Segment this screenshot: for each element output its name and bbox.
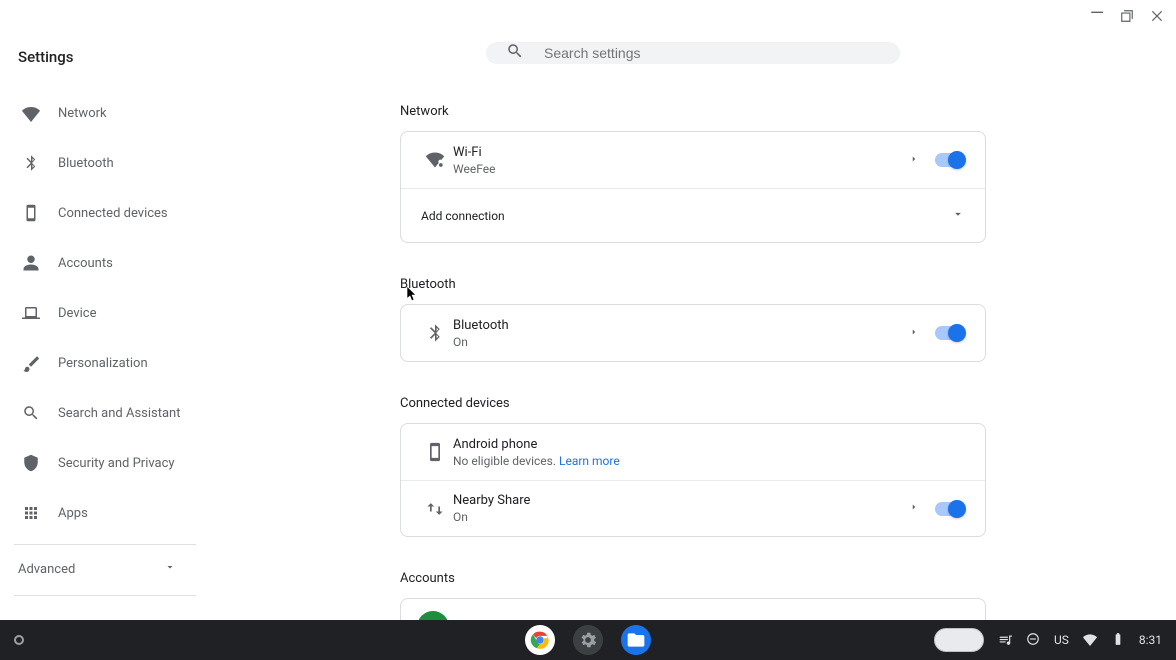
battery-tray-icon[interactable] [1111,632,1125,649]
system-tray[interactable]: US 8:31 [934,628,1162,652]
chevron-down-icon [164,561,176,577]
nearby-share-icon [417,499,453,519]
settings-app-icon[interactable] [573,625,603,655]
sidebar-item-network[interactable]: Network [0,94,210,132]
dnd-icon[interactable] [1026,632,1040,649]
bluetooth-icon [22,154,40,172]
sidebar-item-label: Search and Assistant [58,406,181,421]
files-app-icon[interactable] [621,625,651,655]
ime-label[interactable]: US [1054,633,1069,647]
brush-icon [22,354,40,372]
bluetooth-row[interactable]: Bluetooth On [401,305,985,361]
sidebar-item-connected-devices[interactable]: Connected devices [0,194,210,232]
sidebar-item-label: Connected devices [58,206,168,221]
advanced-label: Advanced [18,562,75,577]
app-title: Settings [0,48,210,94]
sidebar-item-label: Personalization [58,356,148,371]
phone-icon [22,204,40,222]
android-phone-row[interactable]: Android phone No eligible devices. Learn… [401,424,985,480]
sidebar-item-personalization[interactable]: Personalization [0,344,210,382]
bluetooth-card: Bluetooth On [400,304,986,362]
add-connection-label: Add connection [421,209,505,223]
sidebar-item-search-assistant[interactable]: Search and Assistant [0,394,210,432]
wifi-ssid: WeeFee [453,162,893,176]
android-phone-title: Android phone [453,437,969,452]
section-network: Network Wi-Fi WeeFee Add connection [400,88,986,261]
bluetooth-toggle[interactable] [935,326,963,340]
current-account-row[interactable]: c Currently signed in as cros [401,599,985,620]
section-bluetooth: Bluetooth Bluetooth On [400,261,986,380]
connected-card: Android phone No eligible devices. Learn… [400,423,986,537]
wifi-title: Wi-Fi [453,145,893,160]
wifi-icon [22,104,40,122]
chrome-app-icon[interactable] [525,625,555,655]
apps-icon [22,504,40,522]
sidebar-item-label: Accounts [58,256,113,271]
section-title: Accounts [400,555,986,598]
search-input[interactable] [544,45,880,61]
minimize-button[interactable]: — [1090,5,1104,23]
sidebar-item-bluetooth[interactable]: Bluetooth [0,144,210,182]
bluetooth-title: Bluetooth [453,318,893,333]
sidebar-item-device[interactable]: Device [0,294,210,332]
sidebar-item-apps[interactable]: Apps [0,494,210,532]
sidebar-item-label: Device [58,306,97,321]
section-title: Bluetooth [400,261,986,304]
nearby-share-status: On [453,510,893,524]
section-accounts: Accounts c Currently signed in as cros [400,555,986,620]
bluetooth-icon [417,323,453,343]
clock[interactable]: 8:31 [1139,633,1162,647]
wifi-lock-icon [417,150,453,170]
search-bar[interactable] [486,42,900,64]
chevron-right-icon [909,502,919,515]
nearby-share-title: Nearby Share [453,493,893,508]
laptop-icon [22,304,40,322]
wifi-toggle[interactable] [935,153,963,167]
wifi-row[interactable]: Wi-Fi WeeFee [401,132,985,188]
section-title: Network [400,88,986,131]
main-content: Network Wi-Fi WeeFee Add connection [210,0,1176,620]
wifi-tray-icon[interactable] [1083,632,1097,649]
sidebar-item-label: Security and Privacy [58,456,175,471]
sidebar-item-accounts[interactable]: Accounts [0,244,210,282]
sidebar-item-security-privacy[interactable]: Security and Privacy [0,444,210,482]
avatar: c [417,611,449,620]
phone-icon [417,442,453,462]
chevron-right-icon [909,327,919,340]
chevron-right-icon [909,154,919,167]
window-controls: — [1090,8,1164,26]
network-card: Wi-Fi WeeFee Add connection [400,131,986,243]
restore-button[interactable] [1120,9,1134,26]
shelf: US 8:31 [0,620,1176,660]
nearby-share-toggle[interactable] [935,502,963,516]
sidebar-advanced-toggle[interactable]: Advanced [0,551,210,587]
search-icon [22,404,40,422]
sidebar-item-label: Network [58,106,107,121]
pinned-apps [525,625,651,655]
sidebar-item-label: Bluetooth [58,156,114,171]
search-icon [506,42,524,64]
sidebar-item-label: Apps [58,506,88,521]
music-icon[interactable] [998,632,1012,649]
section-title: Connected devices [400,380,986,423]
android-phone-subtitle: No eligible devices. Learn more [453,454,969,468]
stylus-palette[interactable] [934,628,984,652]
learn-more-link[interactable]: Learn more [559,454,620,468]
close-button[interactable] [1150,9,1164,26]
sidebar: Settings Network Bluetooth Connected dev… [0,0,210,620]
accounts-card: c Currently signed in as cros [400,598,986,620]
shield-icon [22,454,40,472]
divider [14,544,196,545]
launcher-button[interactable] [14,635,24,645]
bluetooth-status: On [453,335,893,349]
nearby-share-row[interactable]: Nearby Share On [401,480,985,536]
section-connected-devices: Connected devices Android phone No eligi… [400,380,986,555]
add-connection-row[interactable]: Add connection [401,188,985,242]
person-icon [22,254,40,272]
chevron-down-icon [951,207,965,224]
